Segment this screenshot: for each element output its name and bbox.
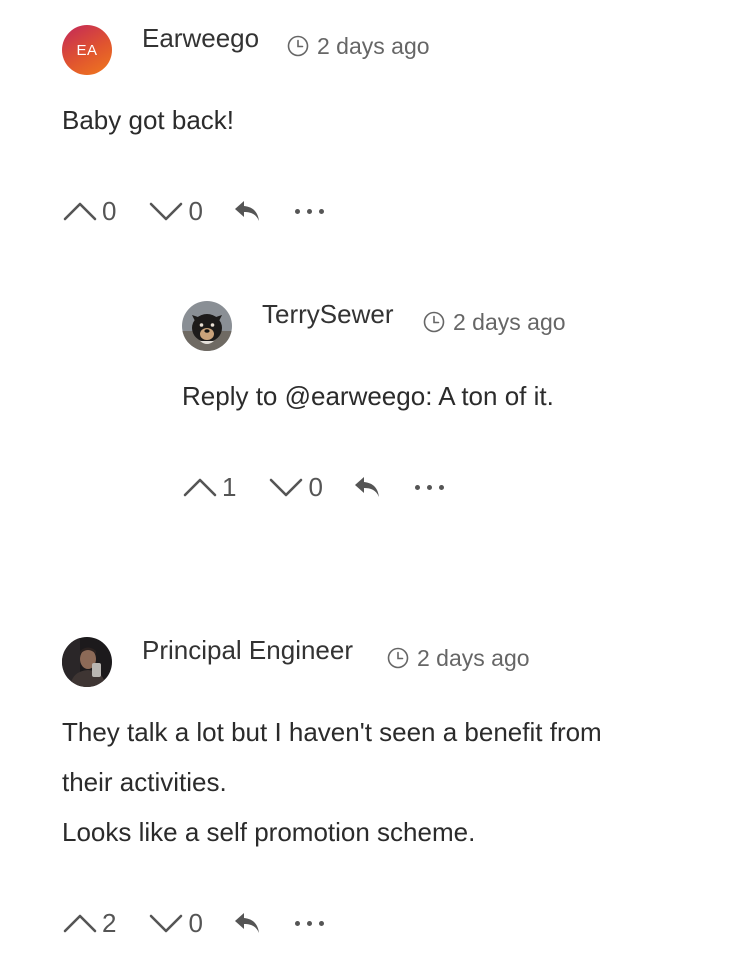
upvote-button[interactable]: 0 bbox=[62, 196, 116, 226]
comment-timestamp: 2 days ago bbox=[387, 644, 530, 672]
chevron-up-icon bbox=[183, 478, 217, 497]
comment-body: Reply to @earweego: A ton of it. bbox=[182, 371, 554, 421]
comment-actions: 2 0 bbox=[62, 908, 324, 938]
comment-timestamp: 2 days ago bbox=[287, 32, 430, 60]
comment-line: They talk a lot but I haven't seen a ben… bbox=[62, 717, 602, 747]
more-dots-icon bbox=[294, 920, 300, 926]
comment-actions: 1 0 bbox=[182, 472, 444, 502]
person-photo-avatar bbox=[62, 637, 112, 687]
downvote-button[interactable]: 0 bbox=[268, 472, 323, 502]
reply-button[interactable] bbox=[353, 475, 381, 499]
comment-body: They talk a lot but I haven't seen a ben… bbox=[62, 707, 602, 857]
more-options-button[interactable] bbox=[414, 472, 444, 502]
comment-line: their activities. bbox=[62, 767, 227, 797]
chevron-up-icon bbox=[63, 202, 97, 221]
upvote-count: 1 bbox=[222, 472, 237, 502]
comment-timestamp: 2 days ago bbox=[423, 308, 566, 336]
more-dots-icon bbox=[414, 484, 420, 490]
avatar[interactable] bbox=[62, 637, 112, 687]
upvote-button[interactable]: 2 bbox=[62, 908, 116, 938]
comment-line: Baby got back! bbox=[62, 105, 234, 135]
upvote-button[interactable]: 1 bbox=[182, 472, 236, 502]
chevron-down-icon bbox=[150, 202, 183, 221]
reply-button[interactable] bbox=[233, 911, 261, 935]
chevron-down-icon bbox=[150, 914, 183, 933]
timestamp-text: 2 days ago bbox=[317, 33, 430, 59]
chevron-up-icon bbox=[63, 914, 97, 933]
clock-icon bbox=[287, 35, 309, 57]
comment-body: Baby got back! bbox=[62, 95, 234, 145]
more-options-button[interactable] bbox=[294, 908, 324, 938]
chevron-down-icon bbox=[270, 478, 303, 497]
downvote-button[interactable]: 0 bbox=[148, 908, 203, 938]
downvote-count: 0 bbox=[188, 196, 203, 226]
clock-icon bbox=[387, 647, 409, 669]
more-dots-icon bbox=[294, 208, 300, 214]
reply-arrow-icon bbox=[234, 201, 259, 221]
downvote-count: 0 bbox=[188, 908, 203, 938]
downvote-count: 0 bbox=[308, 472, 323, 502]
avatar[interactable]: EA bbox=[62, 25, 112, 75]
reply-arrow-icon bbox=[234, 913, 259, 933]
more-options-button[interactable] bbox=[294, 196, 324, 226]
comment-author[interactable]: Principal Engineer bbox=[142, 635, 353, 665]
comment-author[interactable]: Earweego bbox=[142, 23, 259, 53]
avatar-initials: EA bbox=[76, 41, 98, 59]
avatar[interactable] bbox=[182, 301, 232, 351]
timestamp-text: 2 days ago bbox=[417, 645, 530, 671]
upvote-count: 2 bbox=[102, 908, 117, 938]
downvote-button[interactable]: 0 bbox=[148, 196, 203, 226]
timestamp-text: 2 days ago bbox=[453, 309, 566, 335]
comment-actions: 0 0 bbox=[62, 196, 324, 226]
comment-line: Looks like a self promotion scheme. bbox=[62, 817, 476, 847]
reply-arrow-icon bbox=[354, 477, 379, 497]
comment-author[interactable]: TerrySewer bbox=[262, 299, 393, 329]
comment-line: Reply to @earweego: A ton of it. bbox=[182, 381, 554, 411]
clock-icon bbox=[423, 311, 445, 333]
dog-photo-avatar bbox=[182, 301, 232, 351]
upvote-count: 0 bbox=[102, 196, 117, 226]
reply-button[interactable] bbox=[233, 199, 261, 223]
